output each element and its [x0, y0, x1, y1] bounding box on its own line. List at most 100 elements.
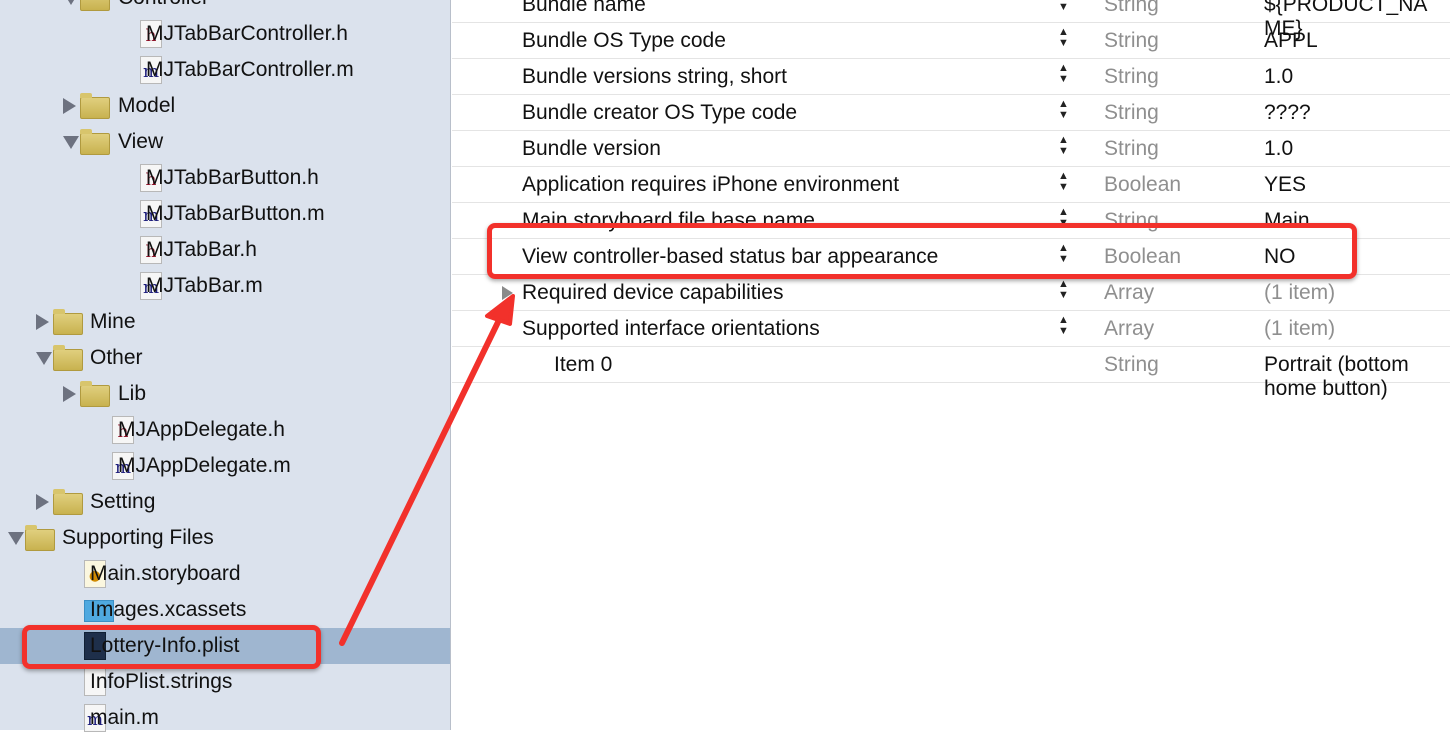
disclosure-expanded-icon[interactable] [8, 532, 24, 545]
plist-value[interactable]: (1 item) [1264, 281, 1335, 305]
folder-icon [80, 93, 110, 119]
folder-icon [53, 309, 83, 335]
navigator-item[interactable]: m main.m [0, 700, 450, 736]
navigator-item-label: Model [118, 94, 176, 117]
disclosure-collapsed-icon[interactable] [36, 314, 49, 330]
plist-value[interactable]: YES [1264, 173, 1306, 197]
folder-icon [80, 381, 110, 407]
plist-row[interactable]: Bundle creator OS Type code ▲ ▼ String???? [452, 95, 1450, 131]
navigator-item[interactable]: Images.xcassets [0, 592, 450, 628]
navigator-item-label: Images.xcassets [90, 598, 247, 621]
plist-key[interactable]: Bundle name [522, 0, 646, 17]
plist-key[interactable]: Bundle creator OS Type code [522, 101, 797, 125]
plist-type[interactable]: String [1104, 29, 1159, 53]
plist-type[interactable]: String [1104, 137, 1159, 161]
plist-type[interactable]: Boolean [1104, 173, 1181, 197]
disclosure-expanded-icon[interactable] [36, 352, 52, 365]
plist-row[interactable]: Bundle version ▲ ▼ String 1.0 [452, 131, 1450, 167]
navigator-item[interactable]: View [0, 124, 450, 160]
navigator-item-label: Controller [118, 0, 209, 10]
plist-value[interactable]: (1 item) [1264, 317, 1335, 341]
plist-row[interactable]: Required device capabilities ▲ ▼ Array (1 it… [452, 275, 1450, 311]
navigator-item-label: Supporting Files [62, 526, 214, 549]
navigator-item-label: Mine [90, 310, 136, 333]
key-stepper-icon[interactable]: ▲▼ [1058, 27, 1069, 49]
navigator-item-label: MJTabBar.h [146, 238, 257, 261]
annotation-box-plist-file [22, 625, 321, 669]
plist-row[interactable]: Bundle versions string, short ▲ ▼ String 1.0 [452, 59, 1450, 95]
navigator-item-label: main.m [90, 706, 159, 729]
navigator-item-label: MJTabBarButton.m [146, 202, 325, 225]
navigator-item[interactable]: Setting [0, 484, 450, 520]
navigator-item[interactable]: Lib [0, 376, 450, 412]
navigator-item-label: Lib [118, 382, 147, 405]
plist-row[interactable]: Bundle OS Type code ▲ ▼ String APPL [452, 23, 1450, 59]
navigator-item-label: MJAppDelegate.m [118, 454, 291, 477]
key-stepper-icon[interactable]: ▲▼ [1058, 171, 1069, 193]
plist-key[interactable]: Bundle version [522, 137, 661, 161]
disclosure-collapsed-icon[interactable] [36, 494, 49, 510]
navigator-item[interactable]: h MJTabBar.h [0, 232, 450, 268]
navigator-item-label: MJTabBarController.h [146, 22, 348, 45]
key-stepper-icon[interactable]: ▲▼ [1058, 279, 1069, 301]
key-stepper-icon[interactable]: ▲▼ [1058, 315, 1069, 337]
folder-icon [25, 525, 55, 551]
folder-icon [53, 345, 83, 371]
plist-value[interactable]: APPL [1264, 29, 1318, 53]
navigator-item[interactable]: Model [0, 88, 450, 124]
plist-type[interactable]: String [1104, 101, 1159, 125]
plist-key[interactable]: Item 0 [554, 353, 612, 377]
plist-key[interactable]: Bundle versions string, short [522, 65, 787, 89]
plist-type[interactable]: String [1104, 0, 1159, 17]
navigator-item[interactable]: h MJTabBarButton.h [0, 160, 450, 196]
plist-key[interactable]: Bundle OS Type code [522, 29, 726, 53]
key-stepper-icon[interactable]: ▲▼ [1058, 0, 1069, 13]
navigator-item-label: MJAppDelegate.h [118, 418, 285, 441]
plist-row[interactable]: Item 0 String Portrait (bottom home button… [452, 347, 1450, 400]
folder-icon [53, 489, 83, 515]
navigator-item-label: MJTabBarController.m [146, 58, 354, 81]
plist-row[interactable]: Application requires iPhone environment ▲… [452, 167, 1450, 203]
plist-key[interactable]: Required device capabilities [522, 281, 784, 305]
annotation-box-status-bar-row [487, 223, 1357, 279]
navigator-item[interactable]: m MJTabBarButton.m [0, 196, 450, 232]
navigator-item[interactable]: Mine [0, 304, 450, 340]
navigator-item[interactable]: InfoPlist.strings [0, 664, 450, 700]
plist-type[interactable]: String [1104, 65, 1159, 89]
navigator-item-label: MJTabBarButton.h [146, 166, 319, 189]
navigator-item[interactable]: Other [0, 340, 450, 376]
plist-type[interactable]: String [1104, 353, 1159, 377]
plist-value[interactable]: Portrait (bottom home button) [1264, 353, 1444, 401]
plist-value[interactable]: ???? [1264, 101, 1311, 125]
key-stepper-icon[interactable]: ▲▼ [1058, 135, 1069, 157]
disclosure-collapsed-icon[interactable] [502, 286, 513, 300]
navigator-item[interactable]: Supporting Files [0, 520, 450, 556]
navigator-item-label: InfoPlist.strings [90, 670, 233, 693]
navigator-item[interactable]: m MJTabBarController.m [0, 52, 450, 88]
plist-key[interactable]: Application requires iPhone environment [522, 173, 899, 197]
disclosure-expanded-icon[interactable] [63, 136, 79, 149]
plist-row[interactable]: Supported interface orientations ▲ ▼ Array (… [452, 311, 1450, 347]
navigator-item[interactable]: Controller [0, 0, 450, 16]
plist-row[interactable]: Bundle name▲▼String${PRODUCT_NAME} [452, 0, 1450, 40]
key-stepper-icon[interactable]: ▲▼ [1058, 63, 1069, 85]
navigator-item-label: MJTabBar.m [146, 274, 263, 297]
plist-type[interactable]: Array [1104, 317, 1154, 341]
project-navigator: ControllerhMJTabBarController.hmMJTabBar… [0, 0, 451, 732]
navigator-item-label: Other [90, 346, 143, 369]
navigator-item[interactable]: ● Main.storyboard [0, 556, 450, 592]
navigator-item[interactable]: h MJTabBarController.h [0, 16, 450, 52]
disclosure-collapsed-icon[interactable] [63, 98, 76, 114]
plist-key[interactable]: Supported interface orientations [522, 317, 820, 341]
plist-value[interactable]: 1.0 [1264, 137, 1293, 161]
folder-icon [80, 129, 110, 155]
disclosure-collapsed-icon[interactable] [63, 386, 76, 402]
plist-value[interactable]: 1.0 [1264, 65, 1293, 89]
disclosure-expanded-icon[interactable] [63, 0, 79, 5]
key-stepper-icon[interactable]: ▲▼ [1058, 99, 1069, 121]
plist-type[interactable]: Array [1104, 281, 1154, 305]
navigator-item[interactable]: h MJAppDelegate.h [0, 412, 450, 448]
navigator-item[interactable]: m MJTabBar.m [0, 268, 450, 304]
navigator-item-label: Setting [90, 490, 156, 513]
navigator-item[interactable]: m MJAppDelegate.m [0, 448, 450, 484]
